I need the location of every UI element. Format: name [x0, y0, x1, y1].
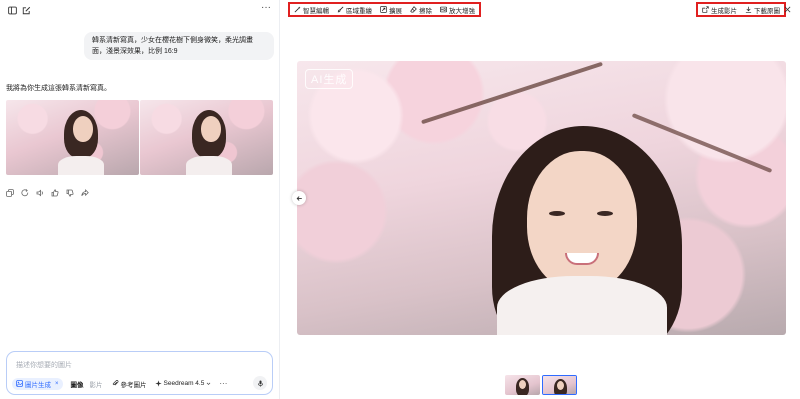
- inpaint-label: 區域重繪: [346, 7, 372, 15]
- video-generate-icon: [702, 6, 709, 13]
- chat-panel: ··· 韓系清新寫真，少女在櫻花樹下側身微笑，柔光調畫面，淺景深效果，比例 16…: [0, 0, 280, 399]
- download-icon: [745, 6, 752, 13]
- expand-icon: [380, 6, 387, 13]
- image-chip-label: 圖片生成: [25, 381, 51, 389]
- result-image-1[interactable]: [6, 100, 139, 175]
- image-generation-chip[interactable]: 圖片生成 ×: [12, 377, 63, 390]
- download-original-button[interactable]: 下載原圖: [745, 5, 780, 15]
- composer-options: 圖片生成 × 圖像 影片 參考圖片 Seedream 4.5 ···: [12, 376, 267, 390]
- edit-toolbar: 智慧編輯 區域重繪 擴展 擦除 放大增強: [288, 2, 481, 17]
- chip-close-icon[interactable]: ×: [55, 381, 59, 387]
- reference-image-button[interactable]: 參考圖片: [112, 379, 147, 389]
- speaker-icon[interactable]: [36, 189, 44, 197]
- prompt-composer[interactable]: 描述你想要的圖片 圖片生成 × 圖像 影片 參考圖片 Seedream 4.5 …: [6, 351, 273, 395]
- thumbnail-2[interactable]: [542, 375, 577, 395]
- app-root: ··· 韓系清新寫真，少女在櫻花樹下側身微笑，柔光調畫面，淺景深效果，比例 16…: [0, 0, 800, 399]
- composer-more-icon[interactable]: ···: [219, 379, 227, 388]
- image-icon: [16, 380, 23, 387]
- arrow-left-icon: [296, 195, 302, 201]
- result-image-2[interactable]: [140, 100, 273, 175]
- mode-image-tab[interactable]: 圖像: [71, 379, 84, 389]
- erase-label: 擦除: [419, 7, 432, 15]
- close-icon[interactable]: [782, 4, 792, 14]
- generated-image: AI生成: [297, 61, 786, 335]
- reference-label: 參考圖片: [120, 381, 147, 389]
- brush-icon: [337, 6, 344, 13]
- eraser-icon: [410, 6, 417, 13]
- new-chat-icon[interactable]: [20, 4, 32, 16]
- output-toolbar: 生成影片 下載原圖: [696, 2, 786, 17]
- thumbs-up-icon[interactable]: [51, 189, 59, 197]
- message-actions: [6, 189, 89, 197]
- thumbs-down-icon[interactable]: [66, 189, 74, 197]
- paperclip-icon: [112, 380, 118, 386]
- ai-generated-watermark: AI生成: [305, 69, 354, 89]
- upscale-button[interactable]: 放大增強: [440, 5, 475, 15]
- microphone-icon[interactable]: [253, 376, 267, 390]
- hd-upscale-icon: [440, 6, 447, 13]
- generate-video-label: 生成影片: [711, 7, 737, 15]
- upscale-label: 放大增強: [449, 7, 475, 15]
- magic-wand-icon: [294, 6, 301, 13]
- refresh-icon[interactable]: [21, 189, 29, 197]
- copy-icon[interactable]: [6, 189, 14, 197]
- share-icon[interactable]: [81, 189, 89, 197]
- expand-button[interactable]: 擴展: [380, 5, 402, 15]
- inpaint-button[interactable]: 區域重繪: [337, 5, 372, 15]
- mode-switch[interactable]: 圖像 影片: [71, 379, 103, 389]
- expand-label: 擴展: [389, 7, 402, 15]
- assistant-message: 我將為你生成這張韓系清新寫真。: [6, 85, 111, 92]
- thumbnail-1[interactable]: [505, 375, 540, 395]
- model-label: Seedream 4.5: [163, 380, 205, 387]
- more-options-icon[interactable]: ···: [261, 3, 271, 13]
- chat-header: ···: [0, 0, 280, 20]
- previous-image-button[interactable]: [292, 191, 306, 205]
- prompt-input[interactable]: 描述你想要的圖片: [16, 360, 72, 370]
- erase-button[interactable]: 擦除: [410, 5, 432, 15]
- smart-edit-label: 智慧編輯: [303, 7, 329, 15]
- download-original-label: 下載原圖: [754, 7, 780, 15]
- sparkle-icon: [154, 380, 162, 387]
- sidebar-toggle-icon[interactable]: [6, 4, 18, 16]
- user-message: 韓系清新寫真，少女在櫻花樹下側身微笑，柔光調畫面，淺景深效果，比例 16:9: [84, 32, 274, 60]
- model-selector[interactable]: Seedream 4.5: [154, 380, 212, 387]
- mode-video-tab[interactable]: 影片: [90, 379, 103, 389]
- image-viewer: 智慧編輯 區域重繪 擴展 擦除 放大增強 生成影片 下載原圖 AI生成: [280, 0, 800, 399]
- generate-video-button[interactable]: 生成影片: [702, 5, 737, 15]
- smart-edit-button[interactable]: 智慧編輯: [294, 5, 329, 15]
- chevron-down-icon: [207, 382, 211, 385]
